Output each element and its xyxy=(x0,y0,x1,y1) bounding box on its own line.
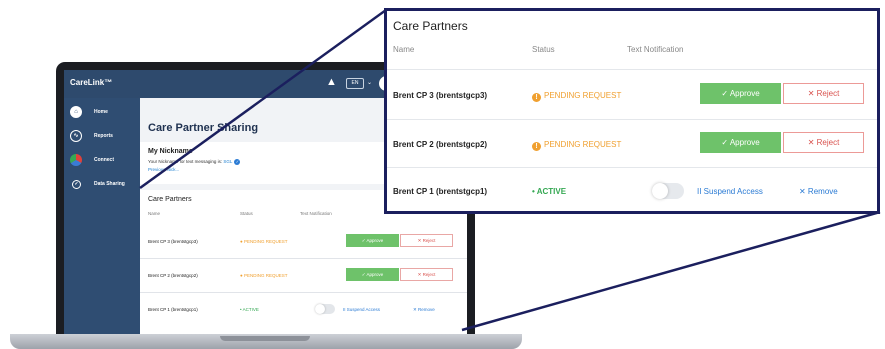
status-text: PENDING REQUEST xyxy=(544,140,622,149)
status-badge: ! PENDING REQUEST xyxy=(532,140,621,151)
approve-button[interactable]: ✓ Approve xyxy=(700,83,781,104)
column-header-status: Status xyxy=(532,45,555,54)
toggle-knob xyxy=(652,183,668,199)
column-header-text: Text Notification xyxy=(627,45,684,54)
table-row: Brent CP 3 (brentstgcp3) ! PENDING REQUES… xyxy=(387,69,877,119)
table-row: Brent CP 1 (brentstgcp1) • ACTIVE II Sus… xyxy=(387,167,877,211)
pending-icon: ! xyxy=(532,93,541,102)
partner-name: Brent CP 1 (brentstgcp1) xyxy=(393,187,488,196)
status-badge: ! PENDING REQUEST xyxy=(532,91,621,102)
partner-name: Brent CP 3 (brentstgcp3) xyxy=(393,91,488,100)
care-partners-title: Care Partners xyxy=(393,19,468,33)
table-row: Brent CP 2 (brentstgcp2) ! PENDING REQUES… xyxy=(387,119,877,167)
partner-name: Brent CP 2 (brentstgcp2) xyxy=(393,140,488,149)
reject-button[interactable]: ✕ Reject xyxy=(783,83,864,104)
remove-link[interactable]: ✕ Remove xyxy=(799,187,838,196)
pending-icon: ! xyxy=(532,142,541,151)
callout-line-bottom xyxy=(461,210,881,332)
text-notification-toggle[interactable] xyxy=(652,183,684,199)
suspend-access-link[interactable]: II Suspend Access xyxy=(697,187,763,196)
column-header-name: Name xyxy=(393,45,415,54)
reject-button[interactable]: ✕ Reject xyxy=(783,132,864,153)
zoom-callout: Care Partners Name Status Text Notificat… xyxy=(384,8,880,214)
status-text: • ACTIVE xyxy=(532,187,567,196)
callout-line-top xyxy=(139,8,387,190)
status-text: PENDING REQUEST xyxy=(544,91,622,100)
approve-button[interactable]: ✓ Approve xyxy=(700,132,781,153)
